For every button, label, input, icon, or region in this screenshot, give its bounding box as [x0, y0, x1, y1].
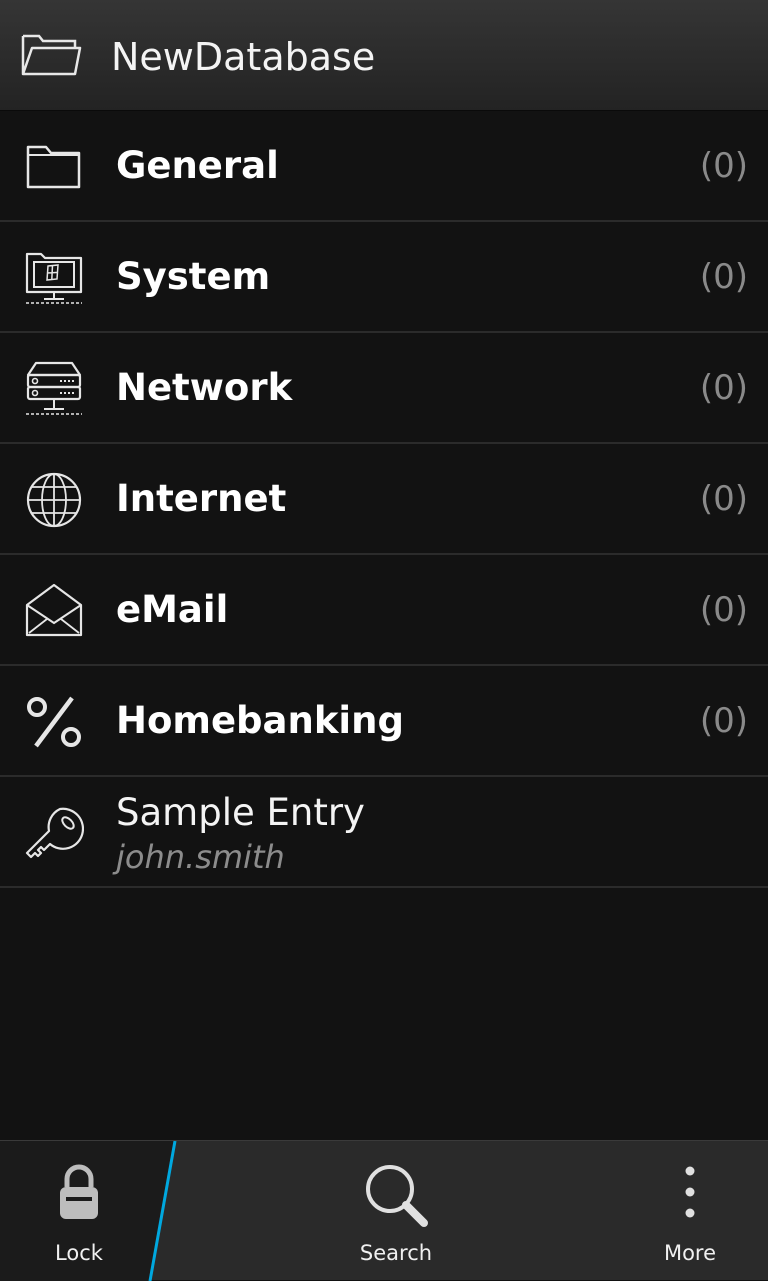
group-label: General [116, 144, 279, 187]
group-list: General (0) System (0) Network (0) Inter… [0, 111, 768, 888]
signature-action-divider [148, 1141, 177, 1281]
server-icon [26, 361, 82, 415]
computer-icon [25, 252, 83, 304]
group-label: Internet [116, 477, 287, 520]
entry-row-sample[interactable]: Sample Entry john.smith [0, 777, 768, 888]
group-count: (0) [699, 590, 748, 630]
percent-icon [27, 696, 81, 748]
lock-icon [60, 1164, 98, 1219]
entry-username: john.smith [116, 838, 285, 876]
envelope-icon [25, 583, 83, 637]
more-label: More [663, 1241, 717, 1265]
database-title: NewDatabase [111, 35, 376, 79]
key-icon [25, 807, 84, 859]
group-count: (0) [699, 368, 748, 408]
group-count: (0) [699, 146, 748, 186]
group-count: (0) [699, 479, 748, 519]
group-count: (0) [699, 701, 748, 741]
search-button[interactable]: Search [336, 1141, 456, 1281]
group-row-system[interactable]: System (0) [0, 222, 768, 333]
group-row-email[interactable]: eMail (0) [0, 555, 768, 666]
group-row-homebanking[interactable]: Homebanking (0) [0, 666, 768, 777]
group-label: System [116, 255, 271, 298]
more-icon [685, 1166, 695, 1218]
group-label: eMail [116, 588, 229, 631]
group-label: Homebanking [116, 699, 404, 742]
group-row-internet[interactable]: Internet (0) [0, 444, 768, 555]
search-icon [366, 1165, 428, 1227]
group-count: (0) [699, 257, 748, 297]
title-bar: NewDatabase [0, 0, 768, 111]
group-row-general[interactable]: General (0) [0, 111, 768, 222]
folder-open-icon [21, 34, 82, 76]
search-label: Search [359, 1241, 433, 1265]
globe-icon [26, 472, 82, 528]
entry-title: Sample Entry [116, 791, 365, 834]
action-bar: Lock Search More [0, 1140, 768, 1281]
group-label: Network [116, 366, 293, 409]
lock-button[interactable]: Lock [20, 1141, 138, 1281]
group-row-network[interactable]: Network (0) [0, 333, 768, 444]
lock-label: Lock [55, 1241, 103, 1265]
folder-icon [26, 145, 81, 189]
more-button[interactable]: More [640, 1141, 740, 1281]
